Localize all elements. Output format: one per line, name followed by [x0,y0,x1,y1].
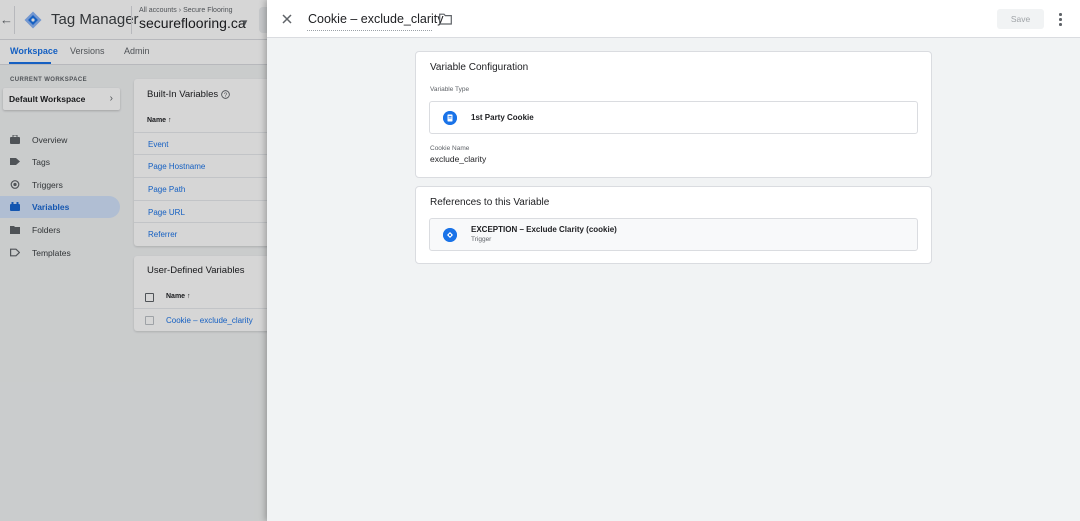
trigger-icon [443,228,457,242]
variable-type-label: Variable Type [430,86,470,93]
reference-name: EXCEPTION – Exclude Clarity (cookie) [471,225,617,234]
variable-type-field[interactable]: 1st Party Cookie [429,101,918,134]
modal-scrim[interactable] [0,0,268,521]
cookie-name-label: Cookie Name [430,145,470,152]
references-card: References to this Variable EXCEPTION – … [415,186,932,264]
save-button[interactable]: Save [997,9,1044,29]
cookie-name-value: exclude_clarity [430,154,487,164]
references-title: References to this Variable [430,197,550,208]
variable-configuration-card[interactable]: Variable Configuration Variable Type 1st… [415,51,932,178]
more-vert-icon[interactable] [1055,11,1065,27]
title-edit-underline [307,30,432,31]
variable-name-title[interactable]: Cookie – exclude_clarity [308,12,444,26]
cookie-variable-icon [443,111,457,125]
folder-icon[interactable] [439,13,452,25]
variable-configuration-title: Variable Configuration [430,62,529,73]
variable-type-value: 1st Party Cookie [471,113,534,122]
reference-item[interactable]: EXCEPTION – Exclude Clarity (cookie) Tri… [429,218,918,251]
variable-detail-panel: Cookie – exclude_clarity Save Variable C… [267,0,1080,521]
panel-header: Cookie – exclude_clarity Save [267,0,1080,38]
reference-type: Trigger [471,236,492,243]
close-icon[interactable] [280,12,294,26]
